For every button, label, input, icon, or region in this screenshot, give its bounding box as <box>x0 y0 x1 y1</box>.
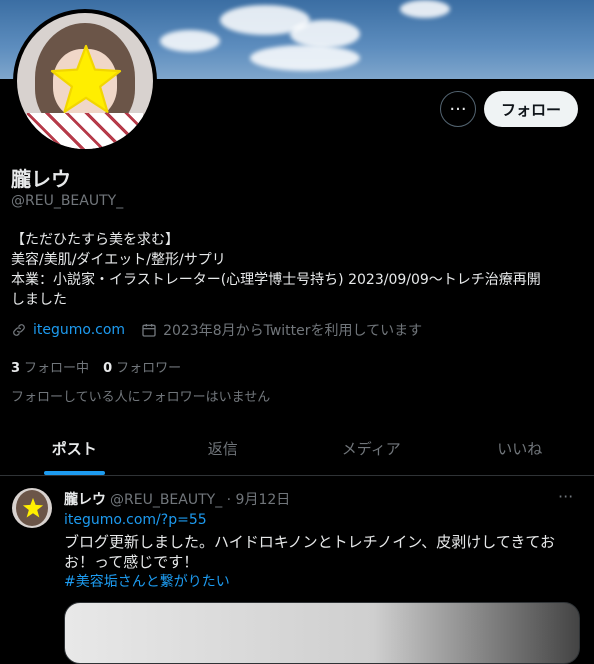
bio-line: 美容/美肌/ダイエット/整形/サプリ <box>11 250 586 270</box>
bio-line: しました <box>11 290 586 310</box>
banner-cloud <box>400 0 450 18</box>
tweet-media-image[interactable] <box>64 602 580 664</box>
profile-bio: 【ただひたすら美を求む】 美容/美肌/ダイエット/整形/サプリ 本業：小説家・イ… <box>11 230 586 310</box>
tweet-text: ブログ更新しました。ハイドロキノンとトレチノイン、皮剥けしてきてお お！って感じ… <box>64 532 584 572</box>
profile-meta: itegumo.com 2023年8月からTwitterを利用しています <box>11 320 422 340</box>
banner-cloud <box>290 20 360 48</box>
following-link[interactable]: 3 フォロー中 <box>11 357 89 376</box>
profile-website-link[interactable]: itegumo.com <box>33 322 125 338</box>
tab-replies[interactable]: 返信 <box>149 425 298 475</box>
bio-line: 【ただひたすら美を求む】 <box>11 230 586 250</box>
tweet-author-meta: @REU_BEAUTY_ · 9月12日 <box>110 489 290 509</box>
tab-posts[interactable]: ポスト <box>0 425 149 475</box>
tab-media[interactable]: メディア <box>297 425 446 475</box>
calendar-icon <box>141 322 157 338</box>
tweet-text-line: ブログ更新しました。ハイドロキノンとトレチノイン、皮剥けしてきてお <box>64 532 584 552</box>
follow-stats: 3 フォロー中 0 フォロワー <box>11 357 181 376</box>
known-followers-note: フォローしている人にフォロワーはいません <box>11 386 270 405</box>
follow-button[interactable]: フォロー <box>484 91 578 127</box>
tweet-link[interactable]: itegumo.com/?p=55 <box>64 512 207 528</box>
profile-avatar[interactable] <box>13 9 157 153</box>
star-sticker-icon <box>49 43 123 117</box>
more-icon: ··· <box>449 99 466 120</box>
bio-line: 本業：小説家・イラストレーター(心理学博士号持ち) 2023/09/09〜トレチ… <box>11 270 586 290</box>
profile-name: 朧レウ <box>11 163 71 192</box>
tweet-avatar[interactable] <box>12 488 52 528</box>
banner-cloud <box>250 45 360 71</box>
profile-handle: @REU_BEAUTY_ <box>11 193 123 209</box>
followers-count: 0 <box>103 361 112 376</box>
tweet-author-name[interactable]: 朧レウ <box>64 489 106 509</box>
avatar-shirt <box>27 113 143 153</box>
star-sticker-icon <box>22 497 44 519</box>
tweet-more-icon[interactable]: ··· <box>558 487 573 506</box>
link-icon <box>11 322 27 338</box>
followers-label: フォロワー <box>116 361 181 376</box>
following-count: 3 <box>11 361 20 376</box>
tab-likes[interactable]: いいね <box>446 425 594 475</box>
tweet-hashtag[interactable]: #美容垢さんと繋がりたい <box>64 571 230 591</box>
more-options-button[interactable]: ··· <box>440 91 476 127</box>
tweet-text-line: お！って感じです！ <box>64 552 584 572</box>
banner-cloud <box>160 30 220 52</box>
following-label: フォロー中 <box>24 361 89 376</box>
profile-tabs: ポスト 返信 メディア いいね <box>0 425 594 476</box>
joined-date: 2023年8月からTwitterを利用しています <box>163 320 422 340</box>
followers-link[interactable]: 0 フォロワー <box>103 357 181 376</box>
tweet-header: 朧レウ @REU_BEAUTY_ · 9月12日 <box>64 489 290 509</box>
